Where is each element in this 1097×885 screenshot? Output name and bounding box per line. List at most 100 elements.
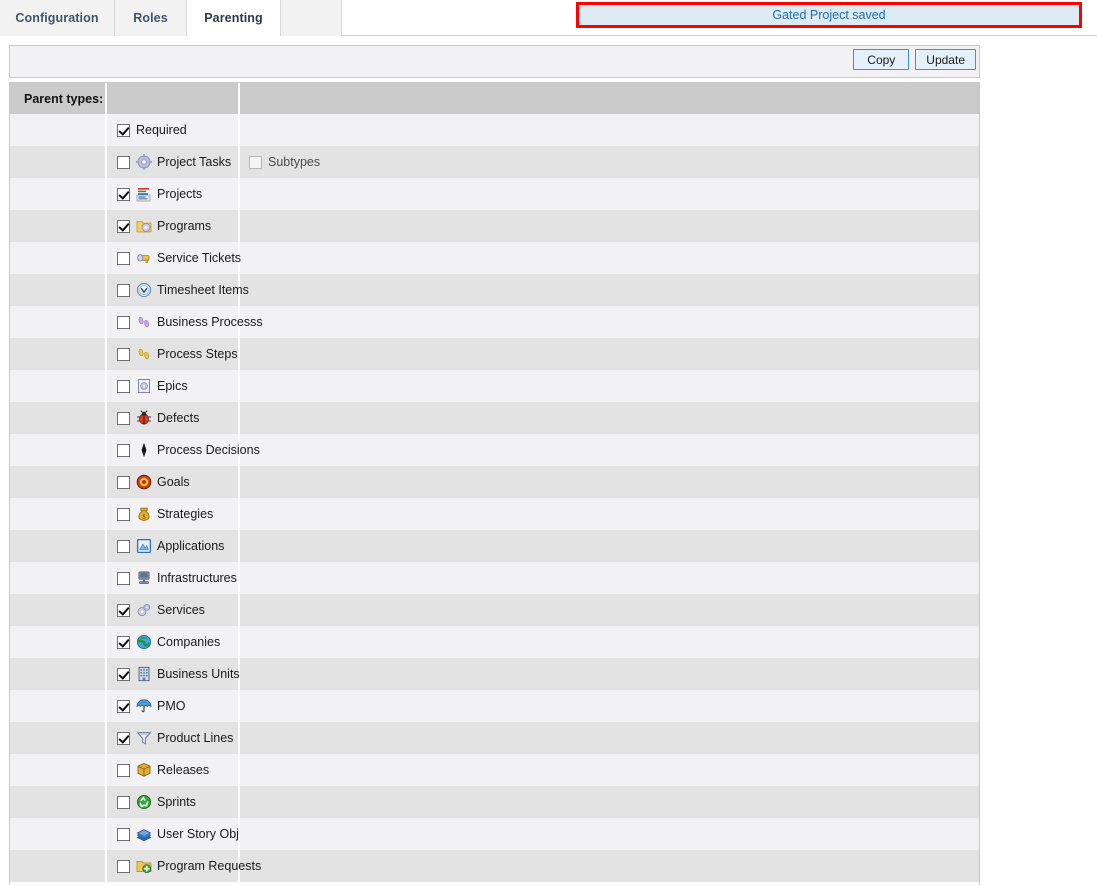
row-spacer-cell [10, 242, 107, 274]
clock-icon [136, 282, 152, 298]
table-row: Defects [10, 402, 979, 434]
checkbox-companies[interactable] [117, 635, 130, 649]
table-header-cell-3 [239, 83, 979, 114]
row-spacer-cell [10, 530, 107, 562]
subtypes-label: Subtypes [268, 154, 321, 169]
package-icon [136, 762, 152, 778]
checkbox-process-decisions[interactable] [117, 443, 130, 457]
checkbox-program-requests[interactable] [117, 859, 130, 873]
parent-type-cell: Companies [106, 626, 240, 658]
checkbox-goals[interactable] [117, 475, 130, 489]
parent-type-extra-cell [239, 594, 979, 626]
checkbox-strategies[interactable] [117, 507, 130, 521]
checkbox-user-story-obj[interactable] [117, 827, 130, 841]
parent-type-extra-cell [239, 114, 979, 146]
checkbox-pmo[interactable] [117, 699, 130, 713]
row-spacer-cell [10, 114, 107, 146]
parent-type-label: Process Decisions [157, 442, 260, 457]
tab-parenting[interactable]: Parenting [187, 0, 281, 36]
checkbox-service-tickets[interactable] [117, 251, 130, 265]
checkbox-process-steps[interactable] [117, 347, 130, 361]
parent-type-extra-cell [239, 690, 979, 722]
update-button[interactable]: Update [915, 49, 976, 70]
epic-document-icon [136, 378, 152, 394]
parent-type-cell: Program Requests [106, 850, 261, 882]
parent-type-label: Services [157, 602, 205, 617]
row-spacer-cell [10, 594, 107, 626]
money-bag-icon: $ [136, 506, 152, 522]
key-icon [136, 250, 152, 266]
checkbox-epics[interactable] [117, 379, 130, 393]
table-header-row: Parent types: [10, 83, 979, 114]
server-icon [136, 570, 152, 586]
tab-roles[interactable]: Roles [115, 0, 187, 36]
parent-type-cell: $ Strategies [106, 498, 240, 530]
row-spacer-cell [10, 306, 107, 338]
parent-type-label: Companies [157, 634, 221, 649]
parent-type-label: Program Requests [157, 858, 262, 873]
parent-type-cell: Sprints [106, 786, 240, 818]
checkbox-timesheet-items[interactable] [117, 283, 130, 297]
bug-icon [136, 410, 152, 426]
table-row: Releases [10, 754, 979, 786]
globe-icon [136, 634, 152, 650]
checkbox-product-lines[interactable] [117, 731, 130, 745]
parent-type-cell: Services [106, 594, 240, 626]
parent-type-extra-cell [239, 306, 979, 338]
umbrella-icon [136, 698, 152, 714]
checkbox-programs[interactable] [117, 219, 130, 233]
checkbox-business-processs[interactable] [117, 315, 130, 329]
row-spacer-cell [10, 754, 107, 786]
parent-type-label: Required [136, 122, 187, 137]
status-banner-message: Gated Project saved [772, 8, 886, 22]
parent-type-extra-cell [239, 658, 979, 690]
parent-type-cell: User Story Obj [106, 818, 240, 850]
toolbar-panel: Copy Update [9, 45, 980, 78]
table-row: Epics [10, 370, 979, 402]
parent-type-extra-cell: Subtypes [239, 146, 979, 178]
parent-type-extra-cell [239, 498, 979, 530]
checkbox-projects[interactable] [117, 187, 130, 201]
gear-icon [136, 154, 152, 170]
row-spacer-cell [10, 818, 107, 850]
row-spacer-cell [10, 850, 107, 882]
table-row: User Story Obj [10, 818, 979, 850]
application-window-icon [136, 538, 152, 554]
table-row: Infrastructures [10, 562, 979, 594]
table-row: Companies [10, 626, 979, 658]
parent-type-cell: Required [106, 114, 240, 146]
parent-type-cell: Programs [106, 210, 240, 242]
checkbox-sprints[interactable] [117, 795, 130, 809]
checkbox-project-tasks[interactable] [117, 155, 130, 169]
parent-type-cell: Applications [106, 530, 240, 562]
checkbox-applications[interactable] [117, 539, 130, 553]
tab-configuration[interactable]: Configuration [0, 0, 115, 36]
parent-type-label: Releases [157, 762, 210, 777]
row-spacer-cell [10, 498, 107, 530]
parent-type-label: Programs [157, 218, 212, 233]
parent-type-label: Timesheet Items [157, 282, 249, 297]
table-row: Timesheet Items [10, 274, 979, 306]
checkbox-infrastructures[interactable] [117, 571, 130, 585]
recycle-icon [136, 794, 152, 810]
parent-type-label: Strategies [157, 506, 214, 521]
parent-type-label: Sprints [157, 794, 196, 809]
table-row: Sprints [10, 786, 979, 818]
copy-button[interactable]: Copy [853, 49, 910, 70]
checkbox-services[interactable] [117, 603, 130, 617]
table-row: Process Steps [10, 338, 979, 370]
parent-type-cell: Projects [106, 178, 240, 210]
table-row: Service Tickets [10, 242, 979, 274]
folder-gear-icon [136, 218, 152, 234]
funnel-icon [136, 730, 152, 746]
checkbox-business-units[interactable] [117, 667, 130, 681]
row-spacer-cell [10, 466, 107, 498]
checkbox-required[interactable] [117, 123, 130, 137]
app-page: Configuration Roles Parenting Gated Projec… [0, 0, 1097, 885]
checkbox-defects[interactable] [117, 411, 130, 425]
checkbox-releases[interactable] [117, 763, 130, 777]
status-banner: Gated Project saved [576, 2, 1082, 28]
row-spacer-cell [10, 402, 107, 434]
table-row: Business Units [10, 658, 979, 690]
parent-type-label: Infrastructures [157, 570, 237, 585]
